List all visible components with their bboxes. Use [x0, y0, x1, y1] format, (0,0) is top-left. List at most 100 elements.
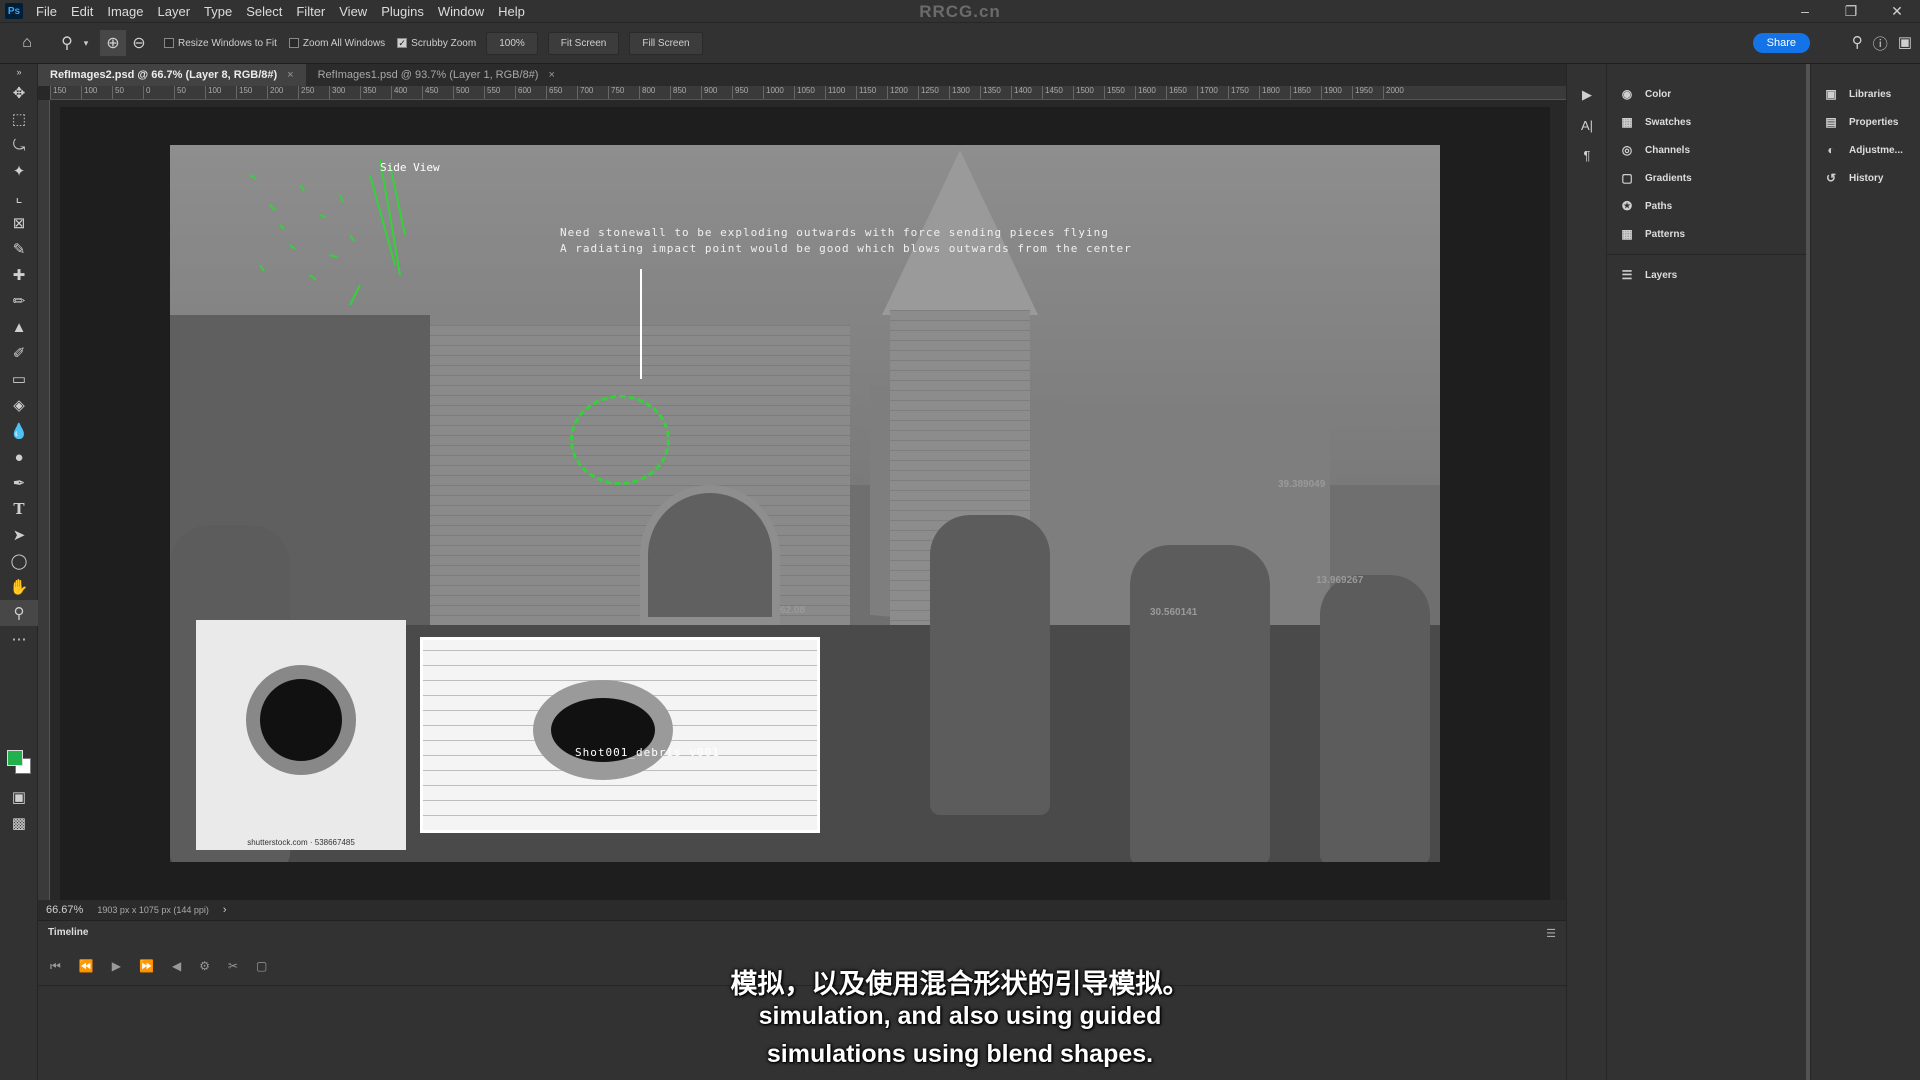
workspace-icon[interactable]: ▣: [1898, 33, 1912, 54]
gradients-icon: ▢: [1621, 171, 1633, 185]
close-tab-icon[interactable]: ×: [548, 69, 554, 81]
menu-select[interactable]: Select: [239, 4, 289, 19]
home-icon[interactable]: ⌂: [14, 30, 40, 56]
zoom-in-icon[interactable]: ⊕: [100, 30, 126, 56]
panel-gradients[interactable]: ▢ Gradients: [1607, 164, 1806, 192]
menu-edit[interactable]: Edit: [64, 4, 100, 19]
history-brush-tool-icon[interactable]: ✐: [0, 340, 38, 366]
type-tool-icon[interactable]: T: [0, 496, 38, 522]
zoom-all-windows-checkbox[interactable]: Zoom All Windows: [288, 38, 385, 49]
crop-tool-icon[interactable]: ⌞: [0, 184, 38, 210]
foreground-color-swatch[interactable]: [7, 750, 23, 766]
ruler-tick: 900: [701, 86, 732, 99]
eyedropper-tool-icon[interactable]: ✎: [0, 236, 38, 262]
ellipse-tool-icon[interactable]: ◯: [0, 548, 38, 574]
panel-properties[interactable]: ▤ Properties: [1811, 108, 1920, 136]
magic-wand-tool-icon[interactable]: ✦: [0, 158, 38, 184]
ruler-tick: 1600: [1135, 86, 1166, 99]
panel-paths[interactable]: ✪ Paths: [1607, 192, 1806, 220]
horizontal-ruler[interactable]: 150 100 50 0 50 100 150 200 250 300 350 400 450 500 55…: [50, 86, 1566, 100]
tab-refimages1-label: RefImages1.psd @ 93.7% (Layer 1, RGB/8#): [317, 69, 539, 81]
blur-tool-icon[interactable]: 💧: [0, 418, 38, 444]
zoom-tool-icon[interactable]: ⚲: [0, 600, 38, 626]
dodge-tool-icon[interactable]: ●: [0, 444, 38, 470]
menu-file[interactable]: File: [29, 4, 64, 19]
ruler-tick: 450: [422, 86, 453, 99]
menu-filter[interactable]: Filter: [289, 4, 332, 19]
minimize-icon[interactable]: –: [1782, 0, 1828, 22]
screen-mode-icon[interactable]: ▩: [0, 810, 38, 836]
menu-type[interactable]: Type: [197, 4, 239, 19]
move-tool-icon[interactable]: ✥: [0, 80, 38, 106]
history-icon: ↺: [1825, 171, 1837, 185]
resize-windows-checkbox[interactable]: Resize Windows to Fit: [164, 38, 277, 49]
panel-layers[interactable]: ☰ Layers: [1607, 261, 1806, 289]
panel-channels[interactable]: ◎ Channels: [1607, 136, 1806, 164]
tab-refimages2[interactable]: RefImages2.psd @ 66.7% (Layer 8, RGB/8#)…: [38, 64, 306, 86]
panel-history[interactable]: ↺ History: [1811, 164, 1920, 192]
scrubby-zoom-checkbox[interactable]: ✓ Scrubby Zoom: [397, 38, 476, 49]
brush-tool-icon[interactable]: ✏: [0, 288, 38, 314]
menu-image[interactable]: Image: [100, 4, 150, 19]
panel-patterns[interactable]: ▦ Patterns: [1607, 220, 1806, 248]
panel-adjustments[interactable]: ◐ Adjustme...: [1811, 136, 1920, 164]
menu-view[interactable]: View: [332, 4, 374, 19]
restore-icon[interactable]: ❐: [1828, 0, 1874, 22]
panel-libraries[interactable]: ▣ Libraries: [1811, 80, 1920, 108]
menu-layer[interactable]: Layer: [151, 4, 198, 19]
panel-swatches[interactable]: ▦ Swatches: [1607, 108, 1806, 136]
menu-plugins[interactable]: Plugins: [374, 4, 431, 19]
menu-window[interactable]: Window: [431, 4, 491, 19]
tab-refimages1[interactable]: RefImages1.psd @ 93.7% (Layer 1, RGB/8#)…: [306, 64, 567, 86]
quick-mask-icon[interactable]: ▣: [0, 784, 38, 810]
vertical-ruler[interactable]: [38, 100, 50, 900]
zoom-tool-icon[interactable]: ⚲: [54, 30, 80, 56]
search-icon[interactable]: ⚲: [1852, 33, 1863, 54]
canvas-image[interactable]: Side View Need stonewall to be exploding…: [170, 145, 1440, 862]
fill-screen-button[interactable]: Fill Screen: [629, 31, 703, 55]
panel-adjustments-label: Adjustme...: [1849, 144, 1903, 156]
healing-brush-tool-icon[interactable]: ✚: [0, 262, 38, 288]
path-selection-tool-icon[interactable]: ➤: [0, 522, 38, 548]
paint-bucket-tool-icon[interactable]: ◈: [0, 392, 38, 418]
pen-tool-icon[interactable]: ✒: [0, 470, 38, 496]
panel-color[interactable]: ◉ Color: [1607, 80, 1806, 108]
panel-menu-icon[interactable]: ☰: [1546, 927, 1556, 940]
scrubby-zoom-box[interactable]: ✓: [397, 38, 408, 48]
close-tab-icon[interactable]: ×: [287, 69, 293, 81]
ruler-tick: 1900: [1321, 86, 1352, 99]
collapse-tools-icon[interactable]: »: [0, 64, 38, 80]
zoom-level[interactable]: 66.67%: [46, 904, 83, 916]
eraser-tool-icon[interactable]: ▭: [0, 366, 38, 392]
zoom-100-button[interactable]: 100%: [486, 31, 538, 55]
ruler-tick: 1250: [918, 86, 949, 99]
more-tools-icon[interactable]: ⋯: [0, 626, 38, 652]
help-icon[interactable]: ⓘ: [1873, 33, 1888, 54]
lasso-tool-icon[interactable]: ⤿: [0, 132, 38, 158]
zoom-out-icon[interactable]: ⊖: [126, 30, 152, 56]
scene-rider: [1320, 575, 1430, 862]
ruler-tick: 1850: [1290, 86, 1321, 99]
paths-icon: ✪: [1621, 199, 1633, 213]
menu-help[interactable]: Help: [491, 4, 532, 19]
frame-tool-icon[interactable]: ⊠: [0, 210, 38, 236]
clone-stamp-tool-icon[interactable]: ▲: [0, 314, 38, 340]
ruler-tick: 850: [670, 86, 701, 99]
resize-windows-box[interactable]: [164, 38, 174, 48]
marquee-tool-icon[interactable]: ⬚: [0, 106, 38, 132]
channels-icon: ◎: [1621, 143, 1633, 157]
play-actions-icon[interactable]: ▶: [1567, 80, 1607, 110]
fit-screen-button[interactable]: Fit Screen: [547, 31, 620, 55]
paragraph-icon[interactable]: ¶: [1567, 140, 1607, 170]
character-icon[interactable]: A|: [1567, 110, 1607, 140]
watermark-title: RRCG.cn: [919, 2, 1001, 21]
hand-tool-icon[interactable]: ✋: [0, 574, 38, 600]
ruler-tick: 1450: [1042, 86, 1073, 99]
photoshop-logo-icon: Ps: [5, 3, 23, 19]
ruler-tick: 1000: [763, 86, 794, 99]
chevron-down-icon[interactable]: ▾: [80, 30, 92, 56]
zoom-all-windows-box[interactable]: [288, 38, 299, 48]
status-arrow-icon[interactable]: ›: [223, 904, 227, 916]
share-button[interactable]: Share: [1752, 33, 1810, 53]
close-icon[interactable]: ✕: [1874, 0, 1920, 22]
